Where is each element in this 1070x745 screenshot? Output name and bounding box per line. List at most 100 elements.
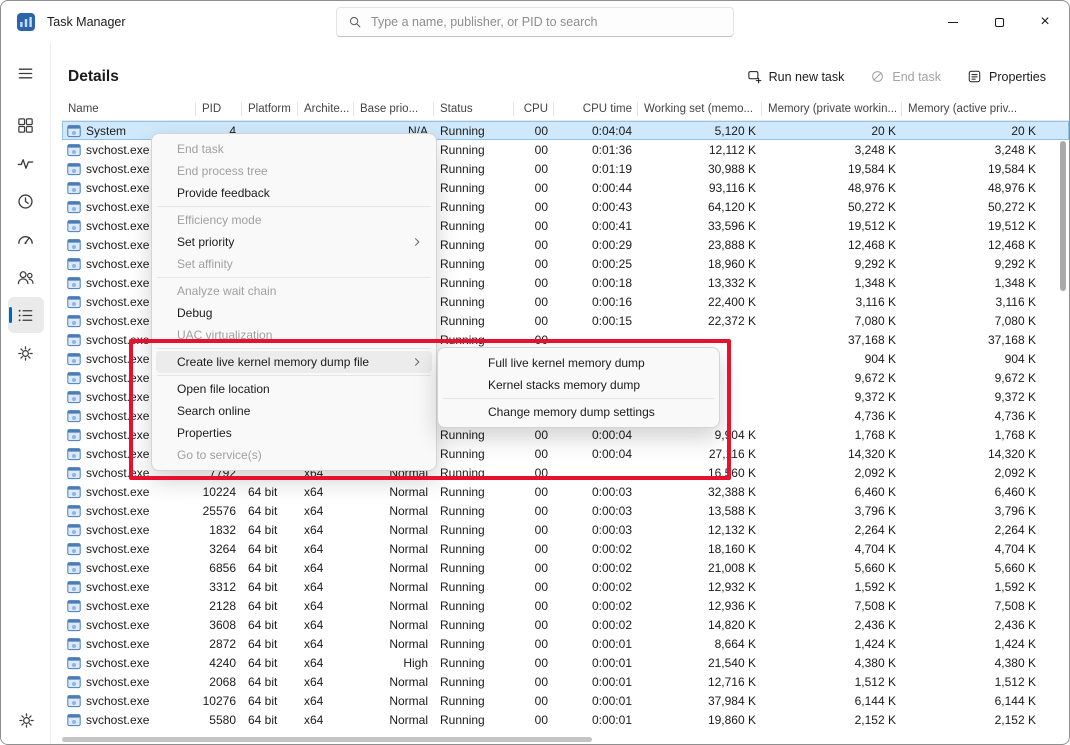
run-new-task-button[interactable]: Run new task: [736, 62, 856, 91]
menu-item-set-affinity[interactable]: Set affinity: [156, 253, 432, 275]
cell-cpu_time: 0:00:44: [554, 181, 638, 195]
column-header-cpu[interactable]: CPU: [514, 98, 554, 120]
menu-item-debug[interactable]: Debug: [156, 302, 432, 324]
menu-item-properties[interactable]: Properties: [156, 422, 432, 444]
process-name: svchost.exe: [86, 295, 149, 309]
submenu-item-change-memory-dump-settings[interactable]: Change memory dump settings: [442, 401, 715, 423]
end-task-button[interactable]: End task: [859, 62, 952, 91]
table-row[interactable]: svchost.exe685664 bitx64NormalRunning000…: [62, 558, 1069, 577]
table-row[interactable]: svchost.exe424064 bitx64HighRunning000:0…: [62, 653, 1069, 672]
cell-pid: 3608: [196, 618, 242, 632]
column-header-working_set[interactable]: Working set (memo...: [638, 98, 762, 120]
close-button[interactable]: ×: [1022, 2, 1068, 42]
navigation-toggle-button[interactable]: [8, 55, 44, 91]
cell-cpu: 00: [514, 713, 554, 727]
sidebar-item-performance[interactable]: [8, 145, 44, 181]
minimize-button[interactable]: [930, 2, 976, 42]
sidebar-item-settings[interactable]: [8, 702, 44, 738]
cell-mem_private: 9,292 K: [762, 257, 902, 271]
vertical-scrollbar[interactable]: [1059, 98, 1067, 734]
maximize-button[interactable]: [976, 2, 1022, 42]
cell-status: Running: [434, 200, 514, 214]
process-app-icon: [67, 371, 81, 385]
cell-status: Running: [434, 542, 514, 556]
table-row[interactable]: svchost.exe1027664 bitx64NormalRunning00…: [62, 691, 1069, 710]
sidebar-item-app-history[interactable]: [8, 183, 44, 219]
cell-mem_private: 904 K: [762, 352, 902, 366]
toolbar-actions: Run new taskEnd taskProperties: [736, 62, 1057, 91]
cell-cpu: 00: [514, 276, 554, 290]
menu-item-create-live-kernel-memory-dump-file[interactable]: Create live kernel memory dump file: [156, 351, 432, 373]
cell-pid: 2128: [196, 599, 242, 613]
table-row[interactable]: svchost.exe2557664 bitx64NormalRunning00…: [62, 501, 1069, 520]
process-name: svchost.exe: [86, 580, 149, 594]
process-app-icon: [67, 713, 81, 727]
properties-button[interactable]: Properties: [956, 62, 1057, 91]
column-header-priority[interactable]: Base prio...: [354, 98, 434, 120]
search-input[interactable]: Type a name, publisher, or PID to search: [336, 7, 734, 37]
task-manager-window: Task Manager Type a name, publisher, or …: [0, 0, 1070, 745]
horizontal-scrollbar-thumb[interactable]: [62, 737, 592, 742]
column-header-name[interactable]: Name: [62, 98, 196, 120]
cell-mem_active: 3,248 K: [902, 143, 1042, 157]
cell-platform: 64 bit: [242, 675, 298, 689]
cell-cpu: 00: [514, 599, 554, 613]
cell-cpu: 00: [514, 200, 554, 214]
sidebar-item-details[interactable]: [8, 297, 44, 333]
table-row[interactable]: svchost.exe331264 bitx64NormalRunning000…: [62, 577, 1069, 596]
cell-arch: x64: [298, 637, 354, 651]
cell-working_set: 12,716 K: [638, 675, 762, 689]
window-controls: ×: [930, 2, 1068, 42]
cell-status: Running: [434, 485, 514, 499]
vertical-scrollbar-thumb[interactable]: [1060, 141, 1066, 291]
column-header-arch[interactable]: Archite...: [298, 98, 354, 120]
column-header-platform[interactable]: Platform: [242, 98, 298, 120]
table-row[interactable]: svchost.exe360864 bitx64NormalRunning000…: [62, 615, 1069, 634]
menu-item-go-to-service-s[interactable]: Go to service(s): [156, 444, 432, 466]
cell-working_set: 16,560 K: [638, 466, 762, 480]
table-row[interactable]: svchost.exe326464 bitx64NormalRunning000…: [62, 539, 1069, 558]
menu-item-search-online[interactable]: Search online: [156, 400, 432, 422]
menu-item-end-process-tree[interactable]: End process tree: [156, 160, 432, 182]
menu-item-end-task[interactable]: End task: [156, 138, 432, 160]
cell-name: svchost.exe: [62, 580, 196, 594]
sidebar-item-processes[interactable]: [8, 107, 44, 143]
menu-item-provide-feedback[interactable]: Provide feedback: [156, 182, 432, 204]
menu-item-open-file-location[interactable]: Open file location: [156, 378, 432, 400]
sidebar-item-users[interactable]: [8, 259, 44, 295]
run-new-task-icon: [747, 69, 762, 84]
process-name: svchost.exe: [86, 599, 149, 613]
column-header-mem_private[interactable]: Memory (private workin...: [762, 98, 902, 120]
process-app-icon: [67, 523, 81, 537]
cell-cpu_time: 0:00:29: [554, 238, 638, 252]
sidebar-item-startup-apps[interactable]: [8, 221, 44, 257]
cell-priority: Normal: [354, 561, 434, 575]
table-row[interactable]: svchost.exe287264 bitx64NormalRunning000…: [62, 634, 1069, 653]
menu-item-label: Search online: [177, 404, 250, 418]
menu-item-set-priority[interactable]: Set priority: [156, 231, 432, 253]
column-header-status[interactable]: Status: [434, 98, 514, 120]
cell-arch: x64: [298, 561, 354, 575]
kernel-dump-submenu: Full live kernel memory dumpKernel stack…: [437, 347, 720, 428]
column-header-cpu_time[interactable]: CPU time: [554, 98, 638, 120]
table-row[interactable]: svchost.exe558064 bitx64NormalRunning000…: [62, 710, 1069, 729]
menu-item-analyze-wait-chain[interactable]: Analyze wait chain: [156, 280, 432, 302]
cell-pid: 2872: [196, 637, 242, 651]
column-header-mem_active[interactable]: Memory (active priv...: [902, 98, 1042, 120]
menu-item-uac-virtualization[interactable]: UAC virtualization: [156, 324, 432, 346]
cell-mem_private: 20 K: [762, 124, 902, 138]
table-row[interactable]: svchost.exe183264 bitx64NormalRunning000…: [62, 520, 1069, 539]
table-row[interactable]: svchost.exe212864 bitx64NormalRunning000…: [62, 596, 1069, 615]
horizontal-scrollbar[interactable]: [62, 737, 1042, 743]
cell-arch: x64: [298, 485, 354, 499]
menu-item-efficiency-mode[interactable]: Efficiency mode: [156, 209, 432, 231]
column-header-pid[interactable]: PID: [196, 98, 242, 120]
process-name: svchost.exe: [86, 314, 149, 328]
submenu-item-full-live-kernel-memory-dump[interactable]: Full live kernel memory dump: [442, 352, 715, 374]
cell-working_set: 37,984 K: [638, 694, 762, 708]
table-row[interactable]: svchost.exe206864 bitx64NormalRunning000…: [62, 672, 1069, 691]
cell-mem_active: 3,116 K: [902, 295, 1042, 309]
submenu-item-kernel-stacks-memory-dump[interactable]: Kernel stacks memory dump: [442, 374, 715, 396]
table-row[interactable]: svchost.exe1022464 bitx64NormalRunning00…: [62, 482, 1069, 501]
sidebar-item-services[interactable]: [8, 335, 44, 371]
